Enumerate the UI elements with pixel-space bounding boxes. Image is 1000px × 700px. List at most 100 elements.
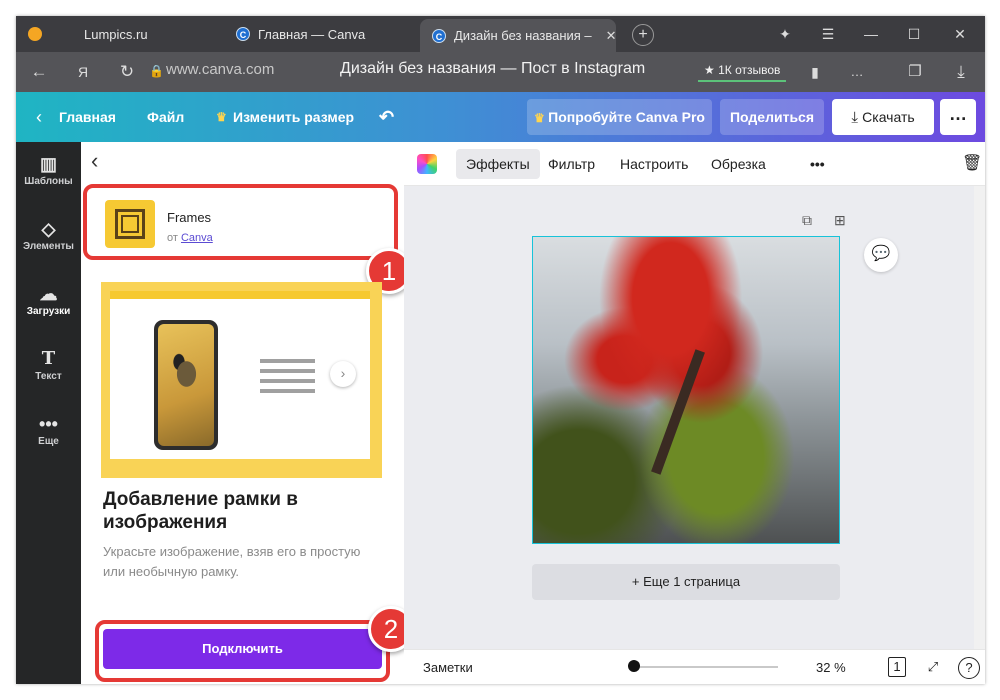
preview-next-chevron-icon[interactable]: ›	[330, 361, 356, 387]
app-name: Frames	[167, 210, 212, 225]
more-tools-icon[interactable]: •••	[800, 149, 835, 179]
app-by-prefix: от	[167, 232, 178, 244]
url-field[interactable]: www.canva.com	[166, 61, 274, 78]
browser-menu-button[interactable]: ☰	[808, 16, 848, 52]
zoom-slider-knob[interactable]	[628, 660, 640, 672]
editor-canvas-area: ⧉ ⊞ 💬 + Еще 1 страница	[404, 186, 985, 649]
browser-menu-icon[interactable]	[28, 27, 42, 41]
app-author-link[interactable]: Canva	[181, 232, 213, 244]
design-image-red-tree[interactable]	[532, 236, 840, 544]
tab-close-icon[interactable]: ✕	[606, 28, 617, 44]
reload-icon[interactable]: ↻	[112, 52, 142, 92]
close-window-button[interactable]: ✕	[940, 16, 980, 52]
browser-window: Lumpics.ru C Главная — Canva C Дизайн бе…	[16, 16, 985, 684]
home-link[interactable]: Главная	[59, 92, 116, 142]
connect-button[interactable]: Подключить	[103, 629, 382, 669]
app-description: Украсьте изображение, взяв его в простую…	[103, 544, 361, 579]
crown-icon: ♛	[216, 110, 227, 124]
tool-crop[interactable]: Обрезка	[701, 149, 776, 179]
text-lines-placeholder	[260, 359, 315, 399]
zoom-slider[interactable]	[632, 666, 778, 668]
rail-label: Еще	[38, 436, 59, 447]
resize-button[interactable]: Изменить размер	[233, 92, 354, 142]
templates-icon: ▥	[39, 154, 57, 174]
help-icon[interactable]: ?	[958, 657, 980, 679]
undo-icon[interactable]: ↶	[379, 92, 394, 142]
chevron-left-icon[interactable]: ‹	[36, 92, 42, 142]
reviews-badge[interactable]: ★ 1К отзывов	[698, 60, 787, 82]
fullscreen-icon[interactable]: ⤢	[922, 657, 944, 679]
overflow-icon[interactable]: …	[842, 52, 872, 92]
text-icon: T	[41, 348, 56, 369]
zoom-level[interactable]: 32 %	[816, 660, 846, 675]
download-button[interactable]: ⤓ Скачать	[832, 99, 934, 135]
bird-image	[170, 352, 200, 392]
tab-lumpics[interactable]: Lumpics.ru	[72, 16, 222, 52]
download-label: Скачать	[862, 109, 915, 125]
delete-trash-icon[interactable]: 🗑	[958, 149, 985, 179]
app-heading: Добавление рамки в изображения	[103, 489, 298, 533]
canva-header: ‹ Главная Файл ♛ Изменить размер ↶ ♛ Поп…	[16, 92, 985, 142]
rail-item-more[interactable]: ••• Еще	[16, 404, 81, 466]
connect-highlight: Подключить	[95, 620, 390, 682]
rail-item-templates[interactable]: ▥ Шаблоны	[16, 144, 81, 206]
tab-canva-home[interactable]: C Главная — Canva	[224, 16, 420, 52]
bottom-bar: Заметки 32 % 1 ⤢ ?	[404, 649, 985, 684]
back-chevron-icon[interactable]: ‹	[91, 148, 98, 174]
add-page-icon[interactable]: ⊞	[834, 212, 846, 229]
elements-icon: ◇	[41, 219, 56, 239]
color-picker-icon[interactable]	[417, 154, 437, 174]
rail-label: Загрузки	[26, 306, 71, 317]
tab-label: Дизайн без названия –	[454, 28, 592, 43]
try-pro-button[interactable]: ♛ Попробуйте Canva Pro	[527, 99, 712, 135]
rail-item-text[interactable]: T Текст	[16, 339, 81, 401]
canva-favicon-icon: C	[432, 28, 446, 43]
editor-toolbar: Эффекты Фильтр Настроить Обрезка ••• 🗑	[404, 142, 985, 186]
bookmark-icon[interactable]: ▮	[800, 52, 830, 92]
duplicate-page-icon[interactable]: ⧉	[802, 212, 812, 229]
rail-label: Текст	[35, 371, 62, 382]
app-author: от Canva	[167, 232, 213, 244]
add-page-button[interactable]: + Еще 1 страница	[532, 564, 840, 600]
tab-label: Lumpics.ru	[84, 26, 148, 42]
new-tab-button[interactable]: +	[632, 24, 654, 46]
rail-item-elements[interactable]: ◇ Элементы	[16, 209, 81, 271]
add-comment-icon[interactable]: 💬	[864, 238, 898, 272]
phone-mockup	[154, 320, 218, 450]
collections-icon[interactable]: ❐	[900, 52, 930, 92]
tool-adjust[interactable]: Настроить	[610, 149, 698, 179]
yandex-icon[interactable]: Я	[68, 52, 98, 92]
crown-icon: ♛	[534, 111, 549, 125]
tab-label: Главная — Canva	[258, 26, 366, 42]
notes-button[interactable]: Заметки	[423, 660, 473, 675]
extension-icon[interactable]: ✦	[765, 16, 805, 52]
tab-canva-design[interactable]: C Дизайн без названия – ✕	[420, 19, 617, 52]
back-arrow-icon[interactable]: ←	[24, 52, 54, 92]
address-bar: ← Я ↻ 🔒 www.canva.com Дизайн без названи…	[16, 52, 985, 92]
maximize-button[interactable]: ☐	[894, 16, 934, 52]
rail-label: Шаблоны	[24, 176, 73, 187]
share-button[interactable]: Поделиться	[720, 99, 824, 135]
app-preview-image: ›	[101, 282, 382, 478]
canva-favicon-icon: C	[236, 27, 250, 41]
tool-effects[interactable]: Эффекты	[456, 149, 540, 179]
uploads-icon: ☁	[39, 284, 58, 304]
minimize-button[interactable]: —	[851, 16, 891, 52]
vertical-scrollbar[interactable]	[974, 186, 985, 649]
tool-filter[interactable]: Фильтр	[538, 149, 605, 179]
page-title: Дизайн без названия — Пост в Instagram	[340, 60, 646, 77]
lock-icon: 🔒	[149, 64, 164, 78]
app-panel: ‹ Frames от Canva 1 › Добавление рамки в…	[81, 142, 414, 684]
try-pro-label: Попробуйте Canva Pro	[548, 109, 705, 125]
browser-tab-strip: Lumpics.ru C Главная — Canva C Дизайн бе…	[16, 16, 985, 52]
frames-app-icon	[105, 200, 155, 248]
file-menu[interactable]: Файл	[147, 92, 184, 142]
rail-item-uploads[interactable]: ☁ Загрузки	[16, 274, 81, 336]
page-count-icon[interactable]: 1	[888, 657, 906, 677]
side-rail: ▥ Шаблоны ◇ Элементы ☁ Загрузки T Текст …	[16, 142, 81, 684]
more-options-button[interactable]: …	[940, 99, 976, 135]
download-icon: ⤓	[851, 109, 863, 126]
app-card-frames[interactable]: Frames от Canva	[83, 184, 398, 260]
downloads-icon[interactable]: ⤓	[946, 52, 976, 92]
rail-label: Элементы	[23, 241, 74, 252]
